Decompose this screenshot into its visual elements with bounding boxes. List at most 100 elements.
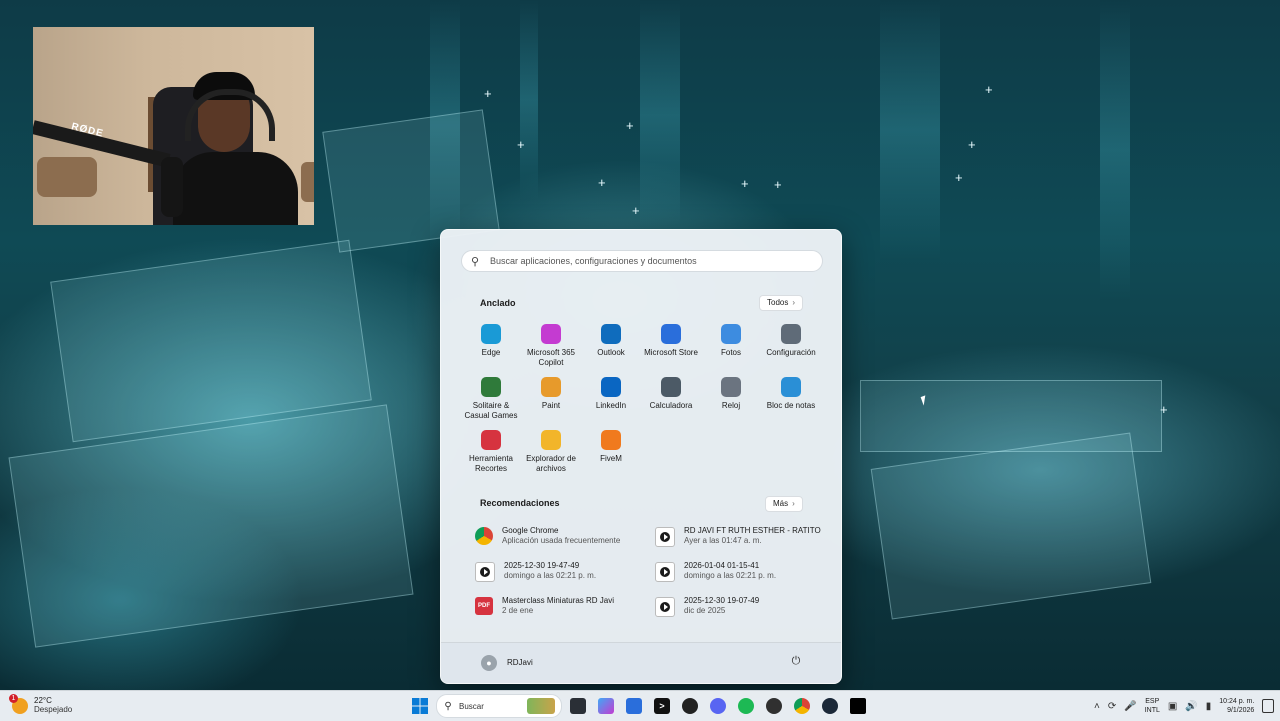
notification-icon[interactable]	[1262, 699, 1275, 713]
pinned-app[interactable]: Microsoft Store	[641, 322, 701, 372]
volume-icon[interactable]: 🔊	[1185, 701, 1197, 712]
chrome-button[interactable]	[790, 694, 814, 718]
store-button[interactable]	[622, 694, 646, 718]
solitaire-icon	[481, 377, 501, 397]
notification-badge: 1	[9, 694, 18, 703]
task-view-button[interactable]	[566, 694, 590, 718]
pinned-app[interactable]: Microsoft 365 Copilot	[521, 322, 581, 372]
clock-time: 10:24 p. m.	[1219, 698, 1255, 705]
app-button[interactable]	[678, 694, 702, 718]
folder-icon	[541, 430, 561, 450]
pinned-app-label: Configuración	[766, 348, 816, 357]
search-highlight-art	[527, 698, 555, 714]
pinned-app[interactable]: Configuración	[761, 322, 821, 372]
pinned-app-label: Explorador de archivos	[526, 454, 576, 473]
app-logo-icon	[682, 698, 698, 714]
pinned-app[interactable]: FiveM	[581, 428, 641, 478]
pinned-app-label: Microsoft Store	[644, 348, 698, 357]
recommendation-item[interactable]: Google Chrome Aplicación usada frecuentem…	[475, 526, 645, 554]
battery-icon[interactable]: ▮	[1206, 701, 1212, 712]
pinned-app-label: Herramienta Recortes	[468, 454, 513, 473]
recommendation-item[interactable]: 2025-12-30 19-47-49 domingo a las 02:21 p…	[475, 561, 645, 589]
chevron-up-icon[interactable]: ˄	[1094, 701, 1100, 712]
video-file-icon	[655, 527, 675, 547]
recommendation-name: 2025-12-30 19-47-49	[504, 561, 580, 570]
fivem-icon	[601, 430, 621, 450]
recommendation-item[interactable]: PDF Masterclass Miniaturas RD Javi 2 de en…	[475, 596, 645, 624]
recommendation-subtitle: Aplicación usada frecuentemente	[502, 536, 621, 545]
recommendation-item[interactable]: 2026-01-04 01-15-41 domingo a las 02:21 p…	[655, 561, 825, 589]
all-apps-button[interactable]: Todos ›	[759, 295, 804, 311]
system-tray: ˄ ⟳ 🎤 ESP INTL ▣ 🔊 ▮ 10:24 p. m. 9/1/202…	[1094, 695, 1275, 717]
pinned-app[interactable]: LinkedIn	[581, 375, 641, 425]
copilot-button[interactable]	[594, 694, 618, 718]
pinned-app[interactable]: Fotos	[701, 322, 761, 372]
recommendation-name: Masterclass Miniaturas RD Javi	[502, 596, 615, 605]
more-label: Más	[773, 499, 789, 508]
pinned-app[interactable]: Herramienta Recortes	[461, 428, 521, 478]
start-search-input[interactable]	[488, 255, 812, 267]
pinned-app-label: Outlook	[597, 348, 625, 357]
game-button[interactable]	[846, 694, 870, 718]
weather-temp: 22°C	[34, 696, 52, 705]
video-file-icon	[475, 562, 495, 582]
recommendations-title: Recomendaciones	[480, 498, 560, 508]
pinned-app[interactable]: Bloc de notas	[761, 375, 821, 425]
pinned-app[interactable]: Paint	[521, 375, 581, 425]
clock-icon	[721, 377, 741, 397]
clock-date: 9/1/2026	[1227, 707, 1255, 714]
user-name[interactable]: RDJavi	[507, 658, 533, 667]
recommendation-name: 2025-12-30 19-07-49	[684, 596, 760, 605]
pinned-title: Anclado	[480, 298, 516, 308]
pinned-app[interactable]: Calculadora	[641, 375, 701, 425]
recommendation-name: RD JAVI FT RUTH ESTHER - RATITO	[684, 526, 821, 535]
language-indicator[interactable]: ESP INTL	[1145, 697, 1160, 715]
pinned-app-label: Bloc de notas	[766, 401, 816, 410]
taskbar-search[interactable]: ⚲ Buscar	[436, 694, 562, 718]
recommendation-item[interactable]: 2025-12-30 19-07-49 dic de 2025	[655, 596, 825, 624]
pinned-app[interactable]: Reloj	[701, 375, 761, 425]
steam-button[interactable]	[818, 694, 842, 718]
discord-icon	[710, 698, 726, 714]
sync-icon[interactable]: ⟳	[1108, 701, 1116, 712]
more-button[interactable]: Más ›	[765, 496, 803, 512]
terminal-button[interactable]: >	[650, 694, 674, 718]
microphone-icon[interactable]: 🎤	[1124, 701, 1136, 712]
pinned-app-label: Solitaire & Casual Games	[464, 401, 518, 420]
video-file-icon	[655, 562, 675, 582]
pinned-app[interactable]: Outlook	[581, 322, 641, 372]
game-icon	[850, 698, 866, 714]
user-avatar-icon[interactable]: ●	[481, 655, 497, 671]
pinned-app-label: Microsoft 365 Copilot	[526, 348, 576, 367]
weather-condition: Despejado	[34, 705, 73, 714]
spotify-button[interactable]	[734, 694, 758, 718]
language-code: ESP	[1145, 698, 1160, 705]
discord-button[interactable]	[706, 694, 730, 718]
pinned-app-label: Fotos	[720, 348, 741, 357]
couch	[37, 157, 97, 197]
copilot-icon	[598, 698, 614, 714]
pinned-app-label: FiveM	[600, 454, 622, 463]
spotify-icon	[738, 698, 754, 714]
obs-button[interactable]	[762, 694, 786, 718]
pinned-app[interactable]: Edge	[461, 322, 521, 372]
network-icon[interactable]: ▣	[1168, 701, 1177, 712]
couch	[301, 162, 314, 202]
all-apps-label: Todos	[767, 298, 789, 307]
recommendation-subtitle: Ayer a las 01:47 a. m.	[684, 536, 762, 545]
recommendation-item[interactable]: RD JAVI FT RUTH ESTHER - RATITO Ayer a la…	[655, 526, 825, 554]
clock[interactable]: 10:24 p. m. 9/1/2026	[1219, 697, 1254, 715]
windows-logo-icon	[412, 698, 428, 714]
search-icon: ⚲	[470, 255, 480, 268]
windows-start-button[interactable]	[408, 694, 432, 718]
recommendation-subtitle: domingo a las 02:21 p. m.	[504, 571, 597, 580]
weather-widget[interactable]: 1 22°C Despejado	[9, 694, 73, 715]
start-search-box[interactable]: ⚲	[461, 250, 823, 272]
person	[173, 152, 298, 225]
recommendation-name: 2026-01-04 01-15-41	[684, 561, 760, 570]
power-icon[interactable]: ⏻	[789, 655, 803, 669]
store-icon	[661, 324, 681, 344]
chrome-icon	[794, 698, 810, 714]
pinned-app[interactable]: Solitaire & Casual Games	[461, 375, 521, 425]
pinned-app[interactable]: Explorador de archivos	[521, 428, 581, 478]
